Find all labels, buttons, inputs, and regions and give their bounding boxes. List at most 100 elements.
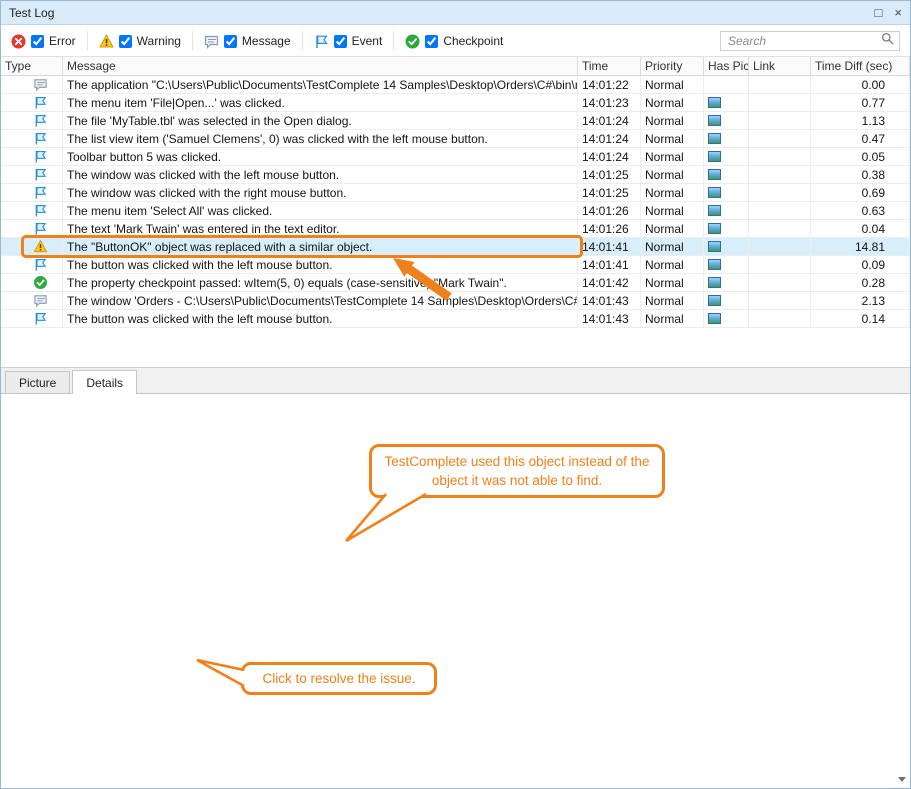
haspic-cell (704, 130, 749, 147)
log-table-row[interactable]: The menu item 'File|Open...' was clicked… (1, 94, 910, 112)
filter-checkbox[interactable] (224, 35, 237, 48)
column-header-message[interactable]: Message (63, 57, 578, 75)
filter-checkbox[interactable] (425, 35, 438, 48)
message-cell: The window was clicked with the left mou… (63, 166, 578, 183)
log-table-row[interactable]: The window was clicked with the right mo… (1, 184, 910, 202)
close-icon[interactable]: × (894, 6, 902, 19)
log-table-row[interactable]: The file 'MyTable.tbl' was selected in t… (1, 112, 910, 130)
link-cell (749, 130, 811, 147)
timediff-cell: 0.77 (811, 94, 910, 111)
search-icon[interactable] (881, 32, 894, 50)
priority-cell: Normal (641, 184, 704, 201)
message-cell: The button was clicked with the left mou… (63, 256, 578, 273)
titlebar: Test Log □ × (1, 1, 910, 25)
picture-icon (708, 313, 721, 324)
column-header-haspic[interactable]: Has Pic... (704, 57, 749, 75)
timediff-cell: 2.13 (811, 292, 910, 309)
checkpoint-icon (405, 34, 420, 49)
message-cell: The menu item 'File|Open...' was clicked… (63, 94, 578, 111)
column-header-timediff[interactable]: Time Diff (sec) (811, 57, 910, 75)
toolbar-separator (302, 31, 303, 51)
test-log-window: Test Log □ × Error Warning Message Event… (0, 0, 911, 789)
log-filter: Checkpoint (405, 34, 503, 49)
log-table-row[interactable]: The text 'Mark Twain' was entered in the… (1, 220, 910, 238)
timediff-cell: 14.81 (811, 238, 910, 255)
message-icon (33, 77, 48, 92)
replaced-object-callout: TestComplete used this object instead of… (369, 444, 665, 498)
picture-icon (708, 295, 721, 306)
message-cell: The list view item ('Samuel Clemens', 0)… (63, 130, 578, 147)
priority-cell: Normal (641, 94, 704, 111)
tab-details[interactable]: Details (72, 370, 137, 394)
log-table-row[interactable]: The window 'Orders - C:\Users\Public\Doc… (1, 292, 910, 310)
priority-cell: Normal (641, 220, 704, 237)
message-cell: Toolbar button 5 was clicked. (63, 148, 578, 165)
priority-cell: Normal (641, 202, 704, 219)
time-cell: 14:01:25 (578, 184, 641, 201)
filter-checkbox[interactable] (119, 35, 132, 48)
event-icon (33, 257, 48, 272)
priority-cell: Normal (641, 238, 704, 255)
event-icon (33, 203, 48, 218)
filter-checkbox[interactable] (334, 35, 347, 48)
priority-cell: Normal (641, 274, 704, 291)
type-cell (1, 112, 63, 129)
priority-cell: Normal (641, 292, 704, 309)
column-header-time[interactable]: Time (578, 57, 641, 75)
column-header-link[interactable]: Link (749, 57, 811, 75)
log-table-row[interactable]: The list view item ('Samuel Clemens', 0)… (1, 130, 910, 148)
search-input[interactable] (726, 33, 881, 49)
timediff-cell: 0.38 (811, 166, 910, 183)
timediff-cell: 0.47 (811, 130, 910, 147)
column-header-type[interactable]: Type (1, 57, 63, 75)
tab-picture[interactable]: Picture (5, 371, 70, 393)
log-table-row[interactable]: The button was clicked with the left mou… (1, 256, 910, 274)
log-table-row[interactable]: Toolbar button 5 was clicked. 14:01:24 N… (1, 148, 910, 166)
haspic-cell (704, 238, 749, 255)
picture-icon (708, 97, 721, 108)
window-title: Test Log (9, 6, 54, 20)
message-cell: The application "C:\Users\Public\Documen… (63, 76, 578, 93)
event-icon (314, 34, 329, 49)
log-table-row[interactable]: The "ButtonOK" object was replaced with … (1, 238, 910, 256)
window-controls: □ × (875, 6, 902, 19)
time-cell: 14:01:41 (578, 256, 641, 273)
scroll-down-icon[interactable] (894, 771, 910, 788)
details-tabstrip: Picture Details (1, 367, 910, 394)
type-cell (1, 310, 63, 327)
time-cell: 14:01:43 (578, 292, 641, 309)
log-table-row[interactable]: The button was clicked with the left mou… (1, 310, 910, 328)
haspic-cell (704, 94, 749, 111)
event-icon (33, 185, 48, 200)
message-icon (33, 293, 48, 308)
maximize-icon[interactable]: □ (875, 6, 883, 19)
picture-icon (708, 241, 721, 252)
log-table-row[interactable]: The property checkpoint passed: wItem(5,… (1, 274, 910, 292)
search-box[interactable] (720, 31, 900, 51)
timediff-cell: 0.69 (811, 184, 910, 201)
picture-icon (708, 277, 721, 288)
message-cell: The text 'Mark Twain' was entered in the… (63, 220, 578, 237)
time-cell: 14:01:26 (578, 202, 641, 219)
time-cell: 14:01:42 (578, 274, 641, 291)
priority-cell: Normal (641, 148, 704, 165)
filter-checkbox[interactable] (31, 35, 44, 48)
log-table-row[interactable]: The application "C:\Users\Public\Documen… (1, 76, 910, 94)
priority-cell: Normal (641, 310, 704, 327)
type-cell (1, 130, 63, 147)
log-table-row[interactable]: The window was clicked with the left mou… (1, 166, 910, 184)
message-icon (204, 34, 219, 49)
picture-icon (708, 115, 721, 126)
haspic-cell (704, 256, 749, 273)
haspic-cell (704, 112, 749, 129)
column-header-priority[interactable]: Priority (641, 57, 704, 75)
details-scrollbar[interactable] (893, 787, 910, 788)
haspic-cell (704, 184, 749, 201)
log-table-row[interactable]: The menu item 'Select All' was clicked. … (1, 202, 910, 220)
type-cell (1, 184, 63, 201)
message-cell: The window 'Orders - C:\Users\Public\Doc… (63, 292, 578, 309)
type-cell (1, 148, 63, 165)
type-cell (1, 202, 63, 219)
type-cell (1, 94, 63, 111)
link-cell (749, 274, 811, 291)
